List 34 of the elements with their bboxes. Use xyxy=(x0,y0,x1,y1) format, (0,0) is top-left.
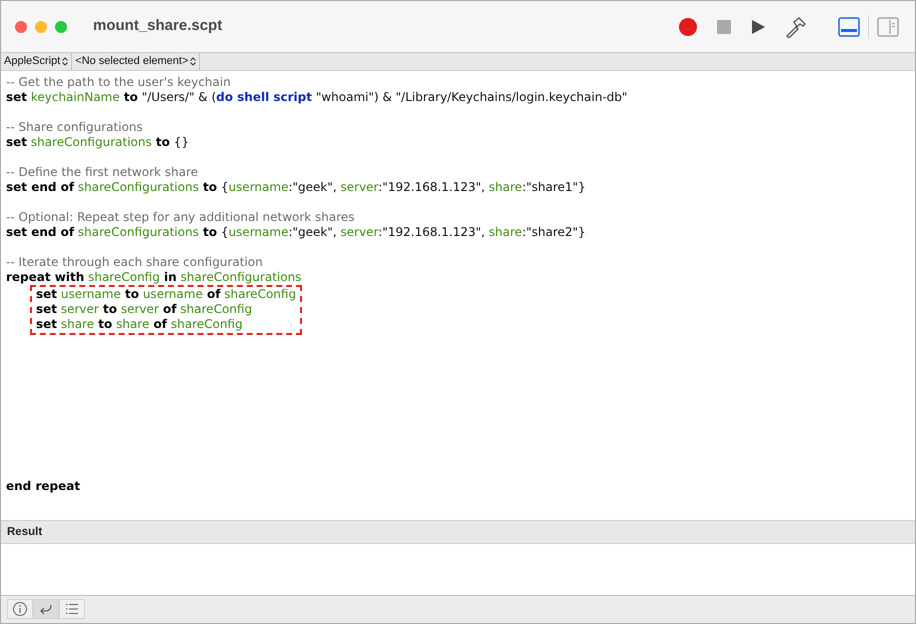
window-title: mount_share.scpt xyxy=(93,16,222,36)
code-line: repeat with shareConfig in shareConfigurations xyxy=(6,270,302,285)
code-line: end repeat xyxy=(6,479,82,494)
popup-menu[interactable]: <No selected element> xyxy=(72,53,200,70)
code-line: -- Define the first network share xyxy=(6,165,200,180)
panel-icon xyxy=(838,16,860,36)
reply-button[interactable] xyxy=(33,599,59,619)
close-button[interactable] xyxy=(15,20,27,32)
updown-icon xyxy=(62,56,68,66)
code-line: -- Iterate through each share configuration xyxy=(6,255,264,270)
record-icon xyxy=(678,16,698,36)
code-line: set keychainName to "/Users/" & (do shell script "whoami") & "/Library/Keychains/login.keychain-db" xyxy=(6,90,628,105)
list-icon xyxy=(64,601,80,617)
code-line: set end of shareConfigurations to {username:"geek", server:"192.168.1.123", share:"share1"} xyxy=(6,180,587,195)
popup-menu[interactable]: AppleScript xyxy=(1,53,72,70)
code-line: set server to server of shareConfig xyxy=(36,302,254,317)
code-line: -- Get the path to the user's keychain xyxy=(6,75,232,90)
code-line: set shareConfigurations to {} xyxy=(6,135,190,150)
stop-icon xyxy=(716,18,732,34)
updown-icon xyxy=(190,56,196,66)
info-icon xyxy=(12,601,28,617)
side-panel-toggle[interactable] xyxy=(875,14,901,38)
code-line: -- Optional: Repeat step for any additional network shares xyxy=(6,210,356,225)
bottom-panel-toggle[interactable] xyxy=(836,14,862,38)
hammer-icon xyxy=(784,16,806,38)
code-line: -- Share configurations xyxy=(6,120,144,135)
code-line: set end of shareConfigurations to {username:"geek", server:"192.168.1.123", share:"share2"} xyxy=(6,225,587,240)
result-header: Result xyxy=(1,520,915,544)
code-line: set username to username of shareConfig xyxy=(36,287,296,302)
play-icon xyxy=(750,18,766,34)
panel-icon xyxy=(877,16,899,36)
log-button[interactable] xyxy=(59,599,85,619)
info-button[interactable] xyxy=(7,599,33,619)
code-line: set share to share of shareConfig xyxy=(36,317,244,332)
